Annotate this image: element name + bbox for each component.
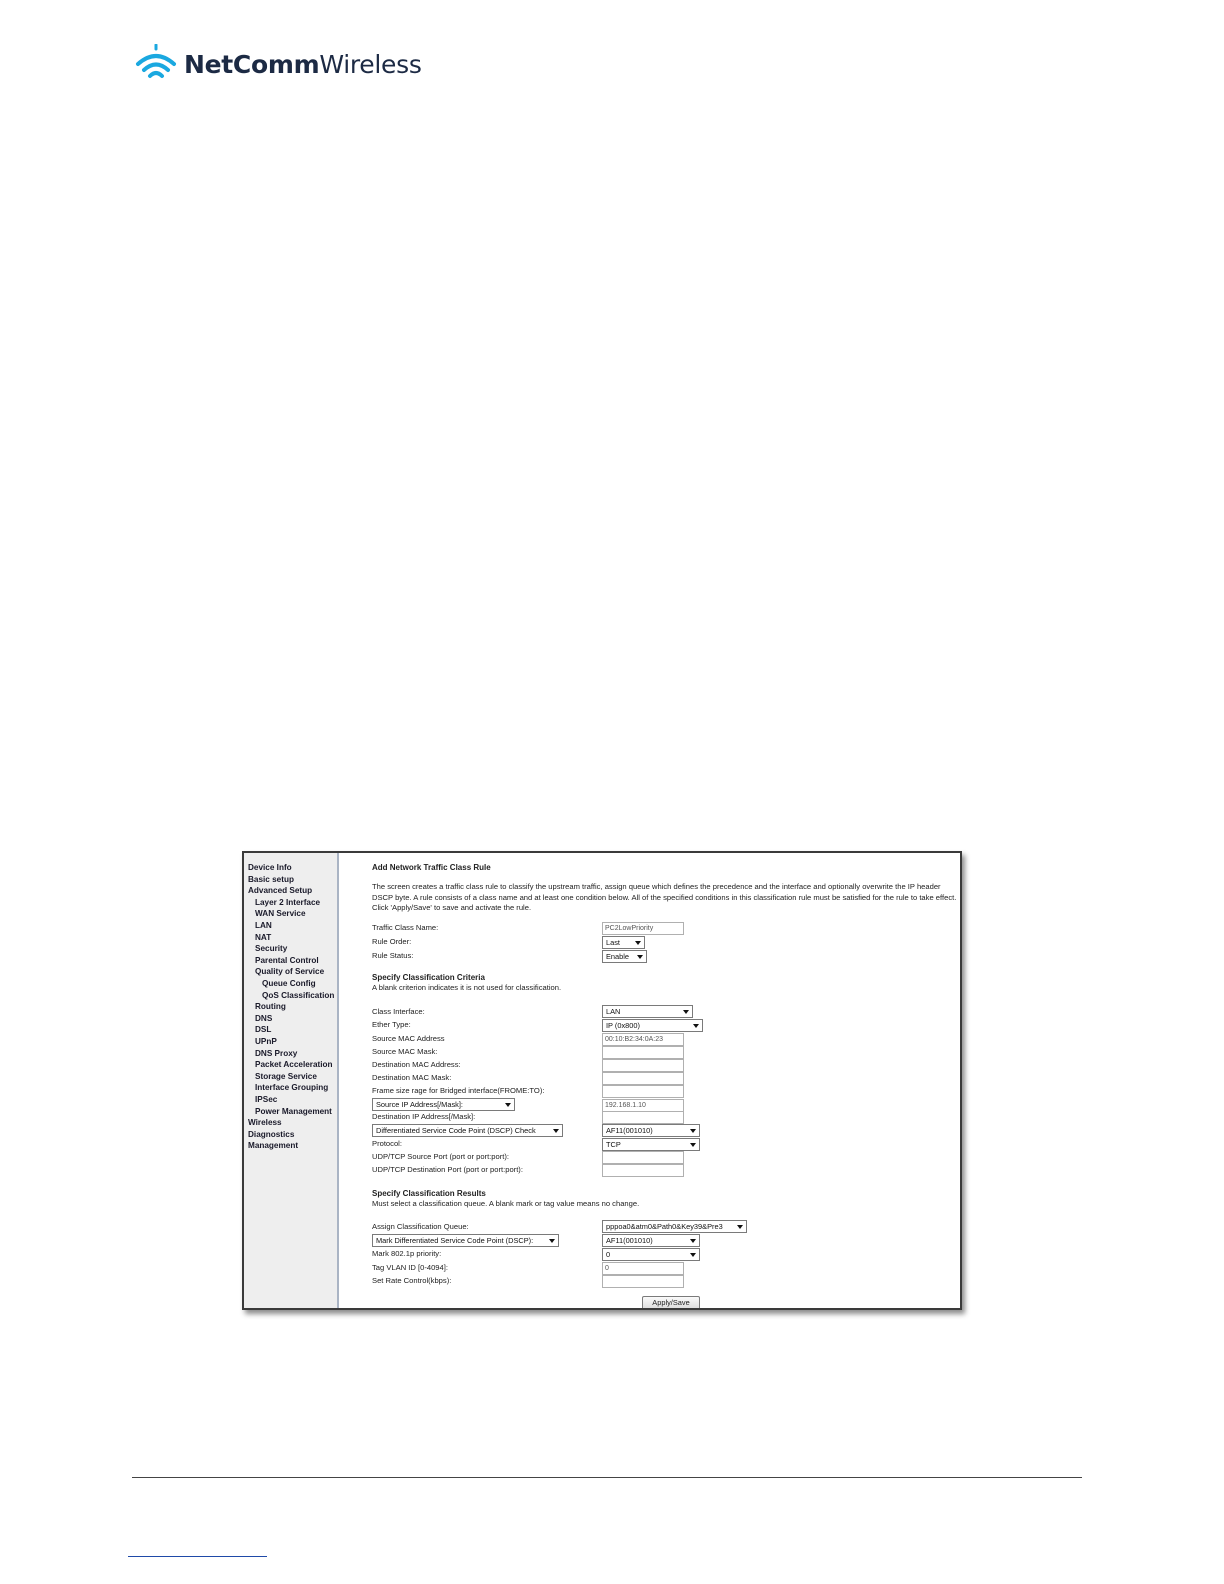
sidebar-item-layer-2-interface[interactable]: Layer 2 Interface xyxy=(255,898,320,908)
sidebar-item-diagnostics[interactable]: Diagnostics xyxy=(248,1130,294,1140)
protocol-label: Protocol: xyxy=(372,1139,402,1148)
source-mac-mask-label: Source MAC Mask: xyxy=(372,1047,438,1056)
source-mac-mask-input[interactable] xyxy=(602,1046,684,1059)
queue-select[interactable]: pppoa0&atm0&Path0&Key39&Pre3 xyxy=(602,1220,747,1233)
dest-mac-mask-input[interactable] xyxy=(602,1072,684,1085)
sidebar-item-queue-config[interactable]: Queue Config xyxy=(262,979,316,989)
sidebar-item-dns[interactable]: DNS xyxy=(255,1014,272,1024)
udp-tcp-dst-port-input[interactable] xyxy=(602,1164,684,1177)
sidebar-item-wireless[interactable]: Wireless xyxy=(248,1118,282,1128)
sidebar-item-interface-grouping[interactable]: Interface Grouping xyxy=(255,1083,328,1093)
sidebar-item-lan[interactable]: LAN xyxy=(255,921,272,931)
results-heading: Specify Classification Results xyxy=(372,1189,486,1198)
chevron-down-icon xyxy=(737,1225,743,1229)
dest-mac-mask-label: Destination MAC Mask: xyxy=(372,1073,452,1082)
router-screenshot: Device Info Basic setup Advanced Setup Laye… xyxy=(242,851,962,1310)
rule-status-label: Rule Status: xyxy=(372,951,414,960)
wireless-signal-icon xyxy=(136,44,176,78)
udp-tcp-dst-port-label: UDP/TCP Destination Port (port or port:p… xyxy=(372,1165,523,1174)
rate-control-label: Set Rate Control(kbps): xyxy=(372,1276,452,1285)
sidebar-item-ipsec[interactable]: IPSec xyxy=(255,1095,277,1105)
chevron-down-icon xyxy=(690,1143,696,1147)
class-interface-label: Class Interface: xyxy=(372,1007,425,1016)
sidebar-nav: Device Info Basic setup Advanced Setup Laye… xyxy=(244,853,339,1308)
sidebar-item-quality-of-service[interactable]: Quality of Service xyxy=(255,967,324,977)
sidebar-item-qos-classification[interactable]: QoS Classification xyxy=(262,991,334,1001)
page-title: Add Network Traffic Class Rule xyxy=(372,863,491,872)
vlan-id-label: Tag VLAN ID [0-4094]: xyxy=(372,1263,448,1272)
protocol-select[interactable]: TCP xyxy=(602,1138,700,1151)
chevron-down-icon xyxy=(505,1103,511,1107)
sidebar-item-basic-setup[interactable]: Basic setup xyxy=(248,875,294,885)
chevron-down-icon xyxy=(553,1129,559,1133)
chevron-down-icon xyxy=(549,1239,555,1243)
sidebar-item-dsl[interactable]: DSL xyxy=(255,1025,271,1035)
sidebar-item-security[interactable]: Security xyxy=(255,944,287,954)
logo-wordmark: NetCommWireless xyxy=(184,49,422,79)
sidebar-item-routing[interactable]: Routing xyxy=(255,1002,286,1012)
frame-size-label: Frame size rage for Bridged interface(FR… xyxy=(372,1086,545,1095)
dest-ip-label: Destination IP Address[/Mask]: xyxy=(372,1112,476,1121)
udp-tcp-src-port-input[interactable] xyxy=(602,1151,684,1164)
chevron-down-icon xyxy=(690,1239,696,1243)
rule-order-label: Rule Order: xyxy=(372,937,412,946)
sidebar-item-device-info[interactable]: Device Info xyxy=(248,863,292,873)
mark-8021p-select[interactable]: 0 xyxy=(602,1248,700,1261)
dscp-check-select[interactable]: Differentiated Service Code Point (DSCP)… xyxy=(372,1124,563,1137)
vlan-id-input[interactable]: 0 xyxy=(602,1262,684,1275)
class-interface-select[interactable]: LAN xyxy=(602,1005,693,1018)
sidebar-item-dns-proxy[interactable]: DNS Proxy xyxy=(255,1049,297,1059)
sidebar-item-advanced-setup[interactable]: Advanced Setup xyxy=(248,886,312,896)
traffic-class-name-input[interactable]: PC2LowPriority xyxy=(602,922,684,935)
source-mac-label: Source MAC Address xyxy=(372,1034,445,1043)
rate-control-input[interactable] xyxy=(602,1275,684,1288)
footer-link-underline xyxy=(128,1556,267,1557)
mark-dscp-select[interactable]: Mark Differentiated Service Code Point (… xyxy=(372,1234,559,1247)
chevron-down-icon xyxy=(635,941,641,945)
sidebar-item-packet-acceleration[interactable]: Packet Acceleration xyxy=(255,1060,333,1070)
main-content: Add Network Traffic Class Rule The scree… xyxy=(339,853,960,1308)
sidebar-item-power-management[interactable]: Power Management xyxy=(255,1107,332,1117)
netcomm-logo: NetCommWireless xyxy=(134,42,422,86)
dest-mac-label: Destination MAC Address: xyxy=(372,1060,461,1069)
ether-type-label: Ether Type: xyxy=(372,1020,411,1029)
dest-ip-input[interactable] xyxy=(602,1111,684,1124)
chevron-down-icon xyxy=(683,1010,689,1014)
rule-status-select[interactable]: Enable xyxy=(602,950,647,963)
page-description: The screen creates a traffic class rule … xyxy=(372,882,957,912)
queue-label: Assign Classification Queue: xyxy=(372,1222,469,1231)
ether-type-select[interactable]: IP (0x800) xyxy=(602,1019,703,1032)
sidebar-item-storage-service[interactable]: Storage Service xyxy=(255,1072,317,1082)
source-mac-input[interactable]: 00:10:B2:34:0A:23 xyxy=(602,1033,684,1046)
chevron-down-icon xyxy=(690,1253,696,1257)
footer-divider xyxy=(132,1477,1082,1478)
sidebar-item-wan-service[interactable]: WAN Service xyxy=(255,909,306,919)
criteria-heading: Specify Classification Criteria xyxy=(372,973,485,982)
results-note: Must select a classification queue. A bl… xyxy=(372,1199,640,1208)
dscp-check-value-select[interactable]: AF11(001010) xyxy=(602,1124,700,1137)
mark-8021p-label: Mark 802.1p priority: xyxy=(372,1249,442,1258)
chevron-down-icon xyxy=(637,955,643,959)
chevron-down-icon xyxy=(693,1024,699,1028)
sidebar-item-nat[interactable]: NAT xyxy=(255,933,271,943)
sidebar-item-management[interactable]: Management xyxy=(248,1141,298,1151)
source-ip-select[interactable]: Source IP Address[/Mask]: xyxy=(372,1098,515,1111)
sidebar-item-upnp[interactable]: UPnP xyxy=(255,1037,277,1047)
criteria-note: A blank criterion indicates it is not us… xyxy=(372,983,562,992)
sidebar-item-parental-control[interactable]: Parental Control xyxy=(255,956,319,966)
apply-save-button[interactable]: Apply/Save xyxy=(642,1296,700,1308)
dest-mac-input[interactable] xyxy=(602,1059,684,1072)
frame-size-input[interactable] xyxy=(602,1085,684,1098)
traffic-class-name-label: Traffic Class Name: xyxy=(372,923,439,932)
rule-order-select[interactable]: Last xyxy=(602,936,645,949)
udp-tcp-src-port-label: UDP/TCP Source Port (port or port:port): xyxy=(372,1152,510,1161)
chevron-down-icon xyxy=(690,1129,696,1133)
mark-dscp-value-select[interactable]: AF11(001010) xyxy=(602,1234,700,1247)
